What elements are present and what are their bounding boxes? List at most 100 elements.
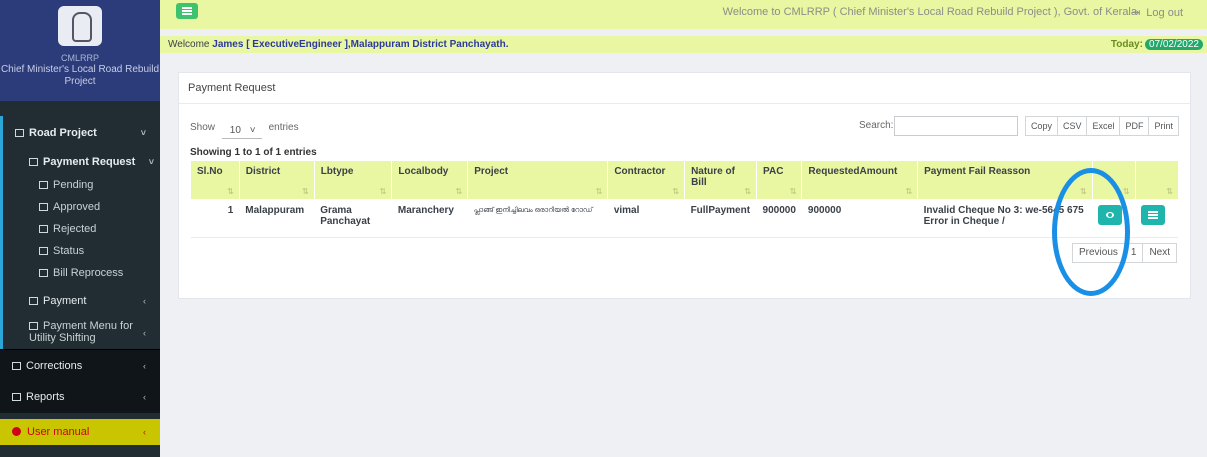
sort-icon: ⇅: [1122, 187, 1130, 196]
entries-label: entries: [268, 122, 299, 133]
search-input[interactable]: [894, 116, 1018, 136]
sidebar-item-label: User manual: [27, 426, 90, 438]
user-info-bar: Welcome James [ ExecutiveEngineer ],Mala…: [160, 36, 1207, 53]
sidebar-item-approved[interactable]: Approved: [3, 196, 160, 218]
sidebar-item-road-project[interactable]: Road Project ˅: [3, 116, 160, 150]
sidebar-item-pending[interactable]: Pending: [3, 174, 160, 196]
header-label: Lbtype: [320, 166, 354, 177]
previous-button[interactable]: Previous: [1071, 243, 1125, 263]
user-name: James [ ExecutiveEngineer ]: [212, 39, 348, 50]
header-label: Localbody: [398, 166, 449, 177]
sign-out-icon: ⇥: [1131, 7, 1141, 19]
column-header-contractor[interactable]: Contractor ⇅: [607, 161, 685, 199]
chevron-down-icon: ˅: [249, 125, 256, 136]
print-button[interactable]: Print: [1148, 116, 1179, 136]
header-label: RequestedAmount: [808, 166, 898, 177]
excel-button[interactable]: Excel: [1086, 116, 1121, 136]
copy-button[interactable]: Copy: [1024, 116, 1058, 136]
column-header-view[interactable]: ⇅: [1091, 161, 1136, 199]
export-buttons: Copy CSV Excel PDF Print: [1024, 116, 1179, 136]
column-header-localbody[interactable]: Localbody ⇅: [391, 161, 468, 199]
cell-project: പ്ലാങ്ങ് ഇനിച്ചിലവം ഒരാറിയൽ റോഡ്: [467, 199, 608, 238]
chevron-down-icon: ˅: [148, 157, 154, 167]
cell-localbody: Maranchery: [391, 199, 468, 238]
entries-select[interactable]: 10 ˅: [221, 123, 262, 139]
question-circle-icon: [12, 427, 21, 436]
sidebar-item-label: Rejected: [53, 223, 97, 235]
column-header-requested-amount[interactable]: RequestedAmount ⇅: [801, 161, 918, 199]
chevron-left-icon: ‹: [143, 392, 146, 402]
sidebar-item-user-manual[interactable]: User manual ‹: [0, 419, 160, 445]
sidebar-item-status[interactable]: Status: [3, 240, 160, 262]
payment-request-table: Sl.No ⇅ District ⇅ Lbtype ⇅ Localbody ⇅ Proj…: [190, 161, 1178, 238]
pdf-button[interactable]: PDF: [1119, 116, 1150, 136]
sort-icon: ⇅: [455, 187, 463, 196]
column-header-pac[interactable]: PAC ⇅: [756, 161, 802, 199]
sidebar-item-payment-request[interactable]: Payment Request ˅: [3, 150, 160, 174]
menu-toggle-button[interactable]: [176, 3, 198, 19]
column-header-slno[interactable]: Sl.No ⇅: [190, 161, 240, 199]
cell-district: Malappuram: [239, 199, 315, 238]
hamburger-icon: [182, 13, 192, 15]
cell-slno: 1: [190, 199, 240, 238]
today-label: Today:: [1110, 39, 1143, 50]
logout-label: Log out: [1146, 7, 1183, 19]
view-button[interactable]: [1098, 205, 1123, 225]
sidebar-item-label: Pending: [53, 179, 94, 191]
column-header-payment-fail-reason[interactable]: Payment Fail Reasson ⇅: [917, 161, 1093, 199]
header-label: Nature of Bill: [691, 166, 735, 188]
cell-contractor: vimal: [607, 199, 685, 238]
today-indicator: Today: 07/02/2022: [1111, 36, 1203, 53]
chevron-down-icon: ˅: [140, 128, 146, 138]
column-header-district[interactable]: District ⇅: [238, 161, 315, 199]
column-header-project[interactable]: Project ⇅: [467, 161, 608, 199]
sidebar-item-label: Bill Reprocess: [53, 267, 124, 279]
sidebar-item-label: Status: [53, 245, 85, 257]
next-button[interactable]: Next: [1142, 243, 1177, 263]
sidebar-item-payment-menu-utility[interactable]: Payment Menu for Utility Shifting ‹: [3, 315, 160, 349]
header-label: Contractor: [614, 166, 666, 177]
show-label: Show: [190, 122, 216, 133]
sidebar-item-bill-reprocess[interactable]: Bill Reprocess: [3, 262, 160, 284]
sort-icon: ⇅: [789, 187, 797, 196]
sidebar-item-label: Payment: [43, 295, 87, 307]
payment-request-card: Payment Request Show 10 ˅ entries Search…: [178, 72, 1191, 299]
csv-button[interactable]: CSV: [1056, 116, 1088, 136]
column-header-details[interactable]: ⇅: [1134, 161, 1178, 199]
welcome-banner: Welcome to CMLRRP ( Chief Minister's Loc…: [722, 6, 1137, 18]
cell-view: [1092, 199, 1136, 238]
table-header-row: Sl.No ⇅ District ⇅ Lbtype ⇅ Localbody ⇅ Proj…: [190, 161, 1178, 199]
grid-icon: [39, 225, 48, 233]
chevron-left-icon: ‹: [143, 427, 146, 437]
cell-pac: 900000: [756, 199, 802, 238]
grid-icon: [39, 269, 48, 277]
details-button[interactable]: [1141, 205, 1166, 225]
office-name: ,Malappuram District Panchayath.: [347, 39, 509, 50]
chevron-left-icon: ‹: [143, 328, 146, 338]
hamburger-icon: [182, 7, 192, 9]
sidebar-item-payment[interactable]: Payment ‹: [3, 287, 160, 315]
sidebar-item-label: Approved: [53, 201, 101, 213]
sort-icon: ⇅: [672, 187, 680, 196]
cell-details: [1135, 199, 1178, 238]
sort-icon: ⇅: [595, 187, 603, 196]
header-label: Sl.No: [197, 166, 223, 177]
column-header-nature-of-bill[interactable]: Nature of Bill ⇅: [684, 161, 757, 199]
sidebar-item-corrections[interactable]: Corrections ‹: [0, 349, 160, 381]
sidebar-item-rejected[interactable]: Rejected: [3, 218, 160, 240]
welcome-prefix: Welcome: [168, 39, 210, 50]
brand-panel: CMLRRP Chief Minister's Local Road Rebui…: [0, 0, 160, 101]
grid-icon: [29, 322, 38, 330]
header-label: Project: [474, 166, 509, 177]
grid-icon: [15, 129, 24, 137]
header-label: District: [245, 166, 281, 177]
list-icon: [1148, 211, 1159, 219]
logout-link[interactable]: ⇥ Log out: [1131, 6, 1183, 19]
grid-icon: [39, 203, 48, 211]
sidebar-item-reports[interactable]: Reports ‹: [0, 381, 160, 413]
page-1-button[interactable]: 1: [1123, 243, 1144, 263]
card-icon: [29, 297, 38, 305]
pagination: Previous 1 Next: [1071, 243, 1177, 263]
sort-icon: ⇅: [1166, 187, 1173, 196]
column-header-lbtype[interactable]: Lbtype ⇅: [313, 161, 392, 199]
